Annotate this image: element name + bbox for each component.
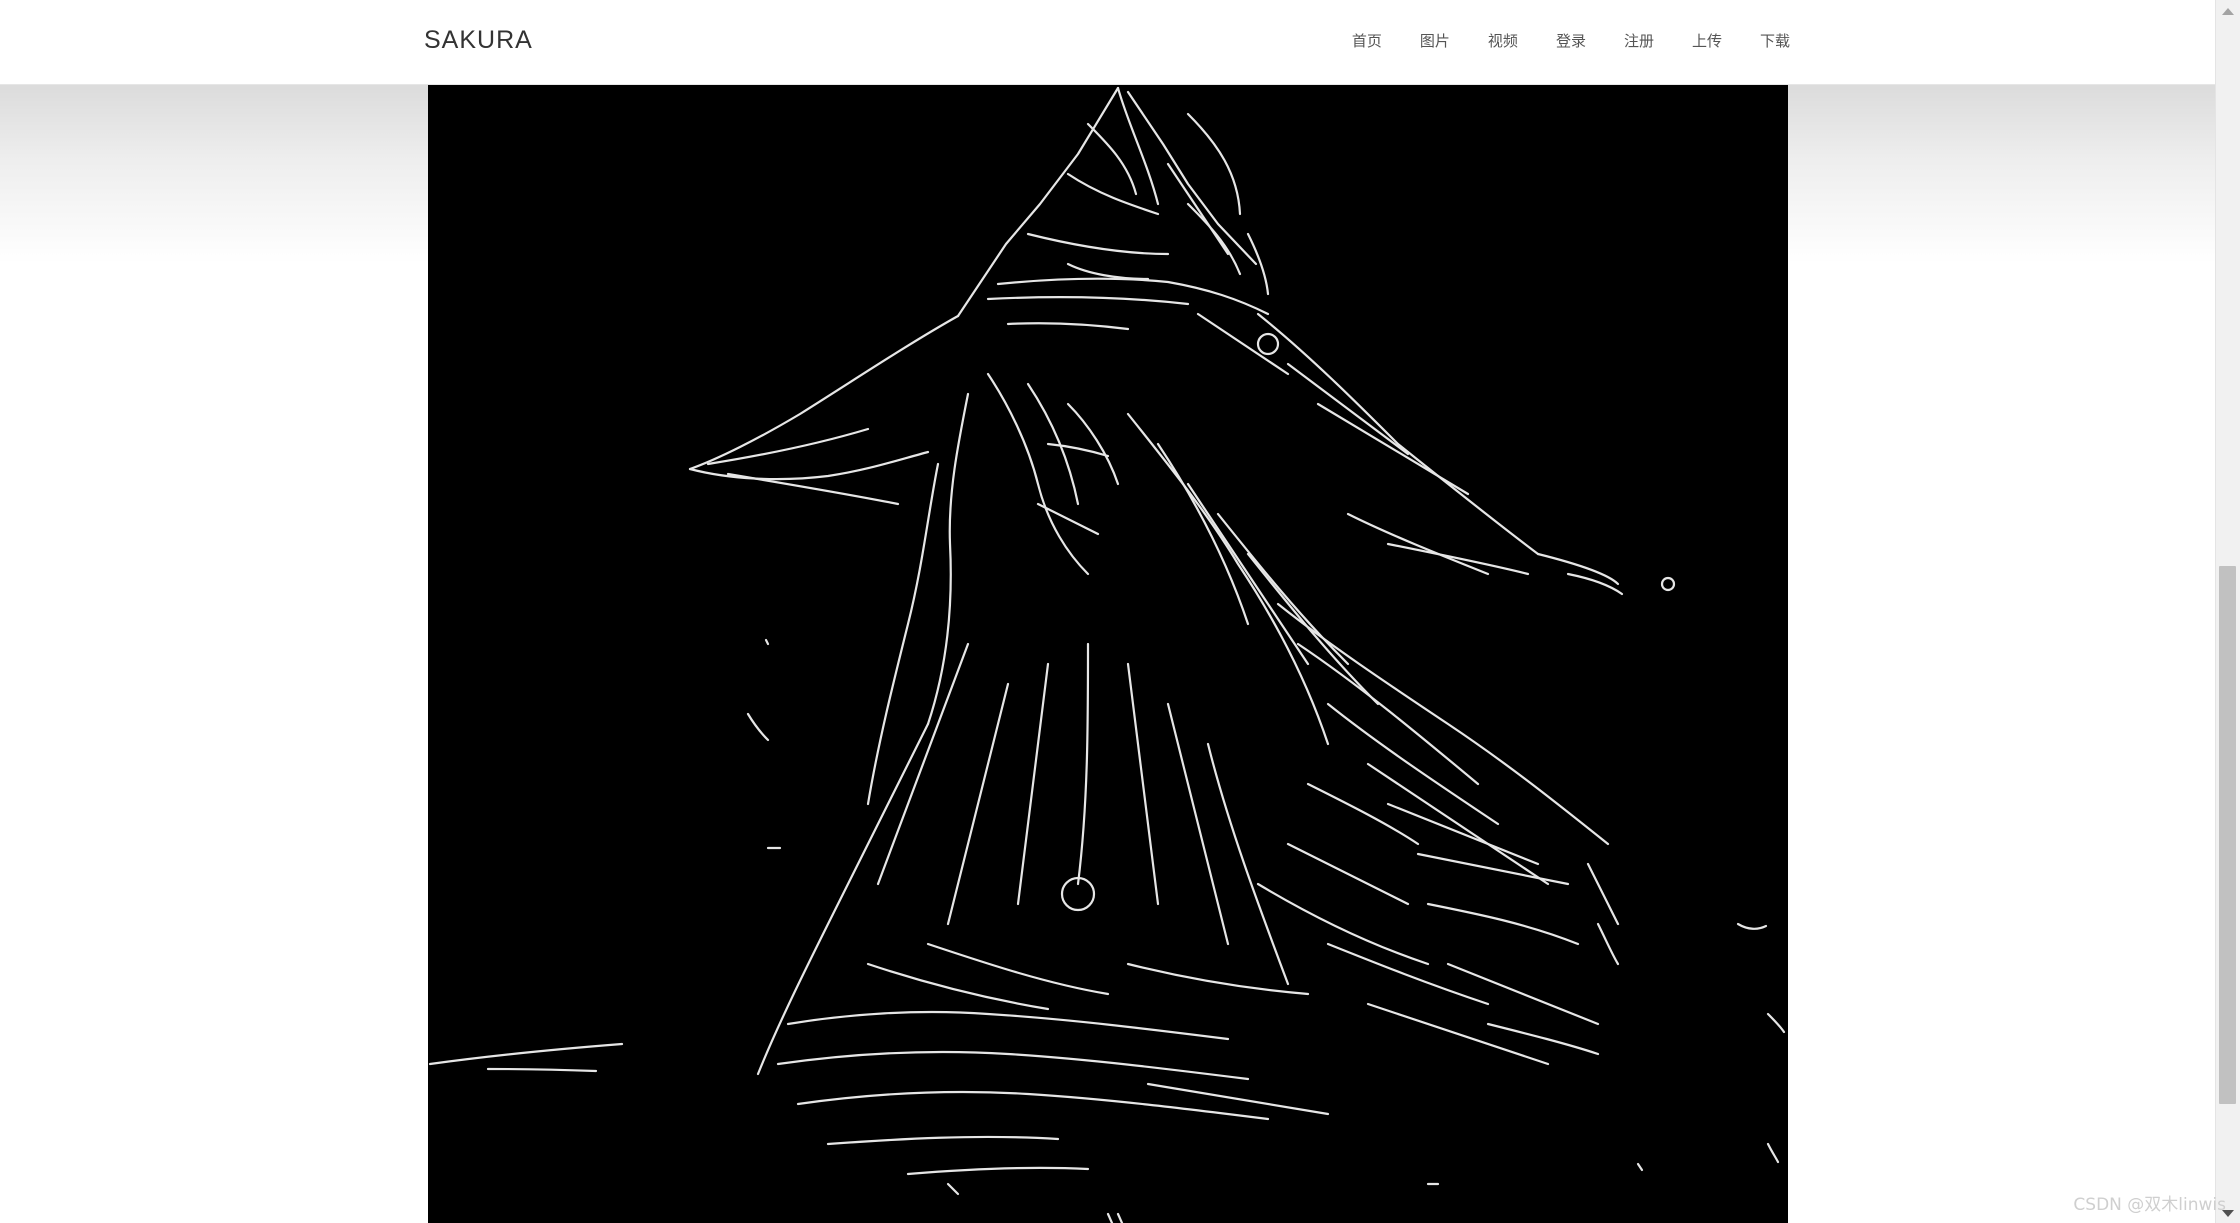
nav-item-images: 图片 <box>1420 30 1450 51</box>
nav-menu: 首页 图片 视频 登录 注册 上传 下载 <box>1314 30 1790 51</box>
nav-link-videos[interactable]: 视频 <box>1488 32 1518 50</box>
nav-item-register: 注册 <box>1624 30 1654 51</box>
nav-link-download[interactable]: 下载 <box>1760 32 1790 50</box>
nav-link-images[interactable]: 图片 <box>1420 32 1450 50</box>
scroll-thumb[interactable] <box>2219 566 2236 1104</box>
vertical-scrollbar[interactable] <box>2215 0 2240 1223</box>
nav-item-videos: 视频 <box>1488 30 1518 51</box>
nav-item-upload: 上传 <box>1692 30 1722 51</box>
top-navbar: SAKURA 首页 图片 视频 登录 注册 上传 下载 <box>0 0 2216 85</box>
scroll-up-arrow-icon[interactable] <box>2222 8 2234 15</box>
nav-item-download: 下载 <box>1760 30 1790 51</box>
nav-link-register[interactable]: 注册 <box>1624 32 1654 50</box>
csdn-watermark: CSDN @双木linwis <box>2073 1195 2226 1215</box>
edge-detected-image <box>428 84 1788 1223</box>
nav-item-login: 登录 <box>1556 30 1586 51</box>
brand-logo-link[interactable]: SAKURA <box>424 26 533 55</box>
nav-link-home[interactable]: 首页 <box>1352 32 1382 50</box>
nav-link-login[interactable]: 登录 <box>1556 32 1586 50</box>
nav-link-upload[interactable]: 上传 <box>1692 32 1722 50</box>
nav-item-home: 首页 <box>1352 30 1382 51</box>
edge-strokes <box>428 86 1786 1223</box>
edge-line-art <box>428 86 1786 1223</box>
page: SAKURA 首页 图片 视频 登录 注册 上传 下载 CSDN @双木linw… <box>0 0 2240 1223</box>
